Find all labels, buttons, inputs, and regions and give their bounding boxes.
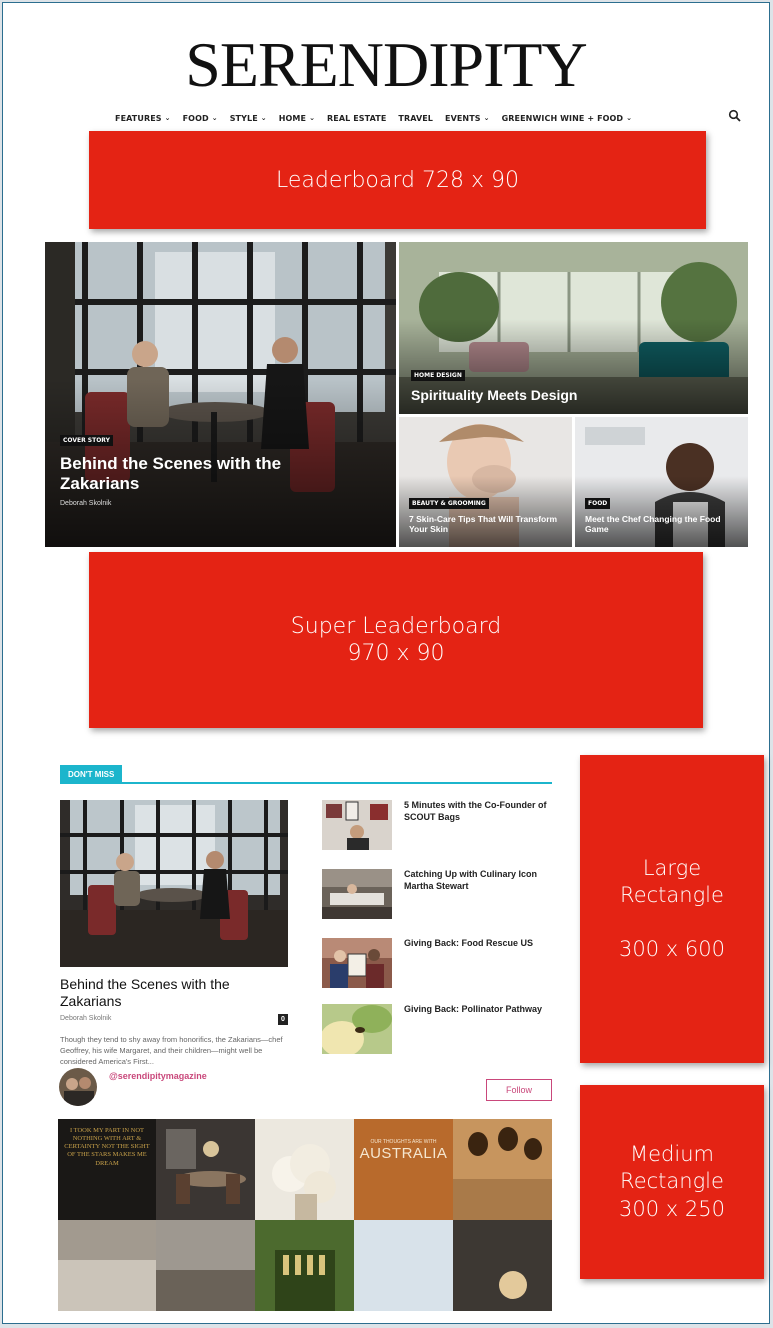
nav-item-travel[interactable]: TRAVEL [398, 114, 433, 123]
hero-main-title[interactable]: Behind the Scenes with the Zakarians [60, 454, 300, 493]
nav-item-greenwich-wine-food[interactable]: GREENWICH WINE + FOOD ⌄ [502, 114, 633, 123]
instagram-post[interactable] [255, 1220, 354, 1311]
ad-medium-rectangle[interactable]: Medium Rectangle 300 x 250 [580, 1085, 764, 1279]
list-item-title: Catching Up with Culinary Icon Martha St… [404, 869, 538, 891]
feature-image[interactable] [60, 800, 288, 967]
site-logo[interactable]: SERENDIPITY [3, 33, 769, 97]
list-item[interactable]: Giving Back: Pollinator Pathway [322, 1004, 554, 1054]
nav-item-real-estate[interactable]: REAL ESTATE [327, 114, 386, 123]
category-tag[interactable]: FOOD [585, 498, 611, 509]
instagram-post[interactable] [58, 1220, 156, 1311]
ad-label: Rectangle [620, 1169, 724, 1194]
search-icon[interactable] [728, 109, 742, 123]
ad-leaderboard[interactable]: Leaderboard 728 x 90 [89, 131, 706, 229]
list-item-thumbnail [322, 1004, 392, 1054]
nav-item-home[interactable]: HOME ⌄ [279, 114, 315, 123]
ad-label: Large [642, 855, 702, 880]
list-item-title: Giving Back: Food Rescue US [404, 938, 534, 948]
feature-title[interactable]: Behind the Scenes with the Zakarians [60, 976, 275, 1010]
list-item-title: Giving Back: Pollinator Pathway [404, 1004, 543, 1014]
list-item[interactable]: Giving Back: Food Rescue US [322, 938, 554, 988]
instagram-post[interactable] [453, 1220, 552, 1311]
comment-count-badge[interactable]: 0 [278, 1014, 288, 1025]
nav-item-food[interactable]: FOOD ⌄ [183, 114, 218, 123]
post-caption-text: I TOOK MY PART IN NOT NOTHING WITH ART &… [64, 1127, 150, 1167]
ad-size: 970 x 90 [347, 641, 445, 666]
list-item-thumbnail [322, 869, 392, 919]
chevron-down-icon: ⌄ [211, 114, 218, 122]
hero-main-card[interactable]: COVER STORY Behind the Scenes with the Z… [45, 242, 396, 547]
ad-large-rectangle[interactable]: Large Rectangle 300 x 600 [580, 755, 764, 1063]
instagram-post[interactable] [453, 1119, 552, 1220]
list-item-thumbnail [322, 800, 392, 850]
hero-top-right-card[interactable]: HOME DESIGN Spirituality Meets Design [399, 242, 748, 414]
category-tag[interactable]: BEAUTY & GROOMING [409, 498, 489, 509]
hero-bottom-right-card[interactable]: FOOD Meet the Chef Changing the Food Gam… [575, 417, 748, 547]
instagram-post[interactable]: I TOOK MY PART IN NOT NOTHING WITH ART &… [58, 1119, 156, 1220]
gradient-overlay [399, 475, 572, 547]
list-item[interactable]: 5 Minutes with the Co-Founder of SCOUT B… [322, 800, 554, 850]
list-item-title: 5 Minutes with the Co-Founder of SCOUT B… [404, 800, 547, 822]
ad-super-leaderboard[interactable]: Super Leaderboard 970 x 90 [89, 552, 703, 728]
chevron-down-icon: ⌄ [483, 114, 490, 122]
instagram-post[interactable]: OUR THOUGHTS ARE WITH AUSTRALIA [354, 1119, 453, 1220]
avatar[interactable] [58, 1067, 98, 1107]
instagram-post[interactable] [255, 1119, 354, 1220]
chevron-down-icon: ⌄ [309, 114, 316, 122]
ad-label: Leaderboard 728 x 90 [276, 167, 519, 193]
nav-item-style[interactable]: STYLE ⌄ [230, 114, 267, 123]
hero-top-right-title[interactable]: Spirituality Meets Design [411, 387, 731, 403]
category-tag[interactable]: COVER STORY [60, 435, 113, 446]
category-tag[interactable]: HOME DESIGN [411, 370, 465, 381]
gradient-overlay [575, 475, 748, 547]
hero-bottom-right-title[interactable]: Meet the Chef Changing the Food Game [585, 514, 745, 535]
instagram-post[interactable] [354, 1220, 453, 1311]
list-item-thumbnail [322, 938, 392, 988]
list-item[interactable]: Catching Up with Culinary Icon Martha St… [322, 869, 554, 919]
ad-size: 300 x 250 [619, 1196, 725, 1221]
follow-button[interactable]: Follow [486, 1079, 552, 1101]
hero-bottom-left-title[interactable]: 7 Skin-Care Tips That Will Transform You… [409, 514, 564, 535]
page-frame: SERENDIPITY FEATURES ⌄ FOOD ⌄ STYLE ⌄ HOME ⌄… [2, 2, 770, 1324]
dont-miss-tab[interactable]: DON'T MISS [60, 765, 123, 783]
instagram-post[interactable] [156, 1119, 255, 1220]
ad-label: Medium [630, 1142, 714, 1167]
nav-item-events[interactable]: EVENTS ⌄ [445, 114, 490, 123]
section-divider [60, 782, 552, 784]
chevron-down-icon: ⌄ [164, 114, 171, 122]
instagram-handle[interactable]: @serendipitymagazine [109, 1071, 207, 1081]
ad-label: Rectangle [620, 882, 724, 907]
nav-item-features[interactable]: FEATURES ⌄ [115, 114, 171, 123]
hero-bottom-left-card[interactable]: BEAUTY & GROOMING 7 Skin-Care Tips That … [399, 417, 572, 547]
ad-label: Super Leaderboard [290, 613, 502, 639]
instagram-post[interactable] [156, 1220, 255, 1311]
ad-size: 300 x 600 [619, 937, 725, 962]
instagram-grid: I TOOK MY PART IN NOT NOTHING WITH ART &… [58, 1119, 552, 1311]
post-caption-text: AUSTRALIA [359, 1145, 448, 1162]
author-name[interactable]: Deborah Skolnik [60, 500, 111, 507]
chevron-down-icon: ⌄ [626, 114, 633, 122]
chevron-down-icon: ⌄ [260, 114, 267, 122]
main-nav: FEATURES ⌄ FOOD ⌄ STYLE ⌄ HOME ⌄ REAL ESTATE… [115, 110, 632, 126]
feature-author[interactable]: Deborah Skolnik [60, 1015, 111, 1022]
feature-excerpt: Though they tend to shy away from honori… [60, 1035, 283, 1066]
